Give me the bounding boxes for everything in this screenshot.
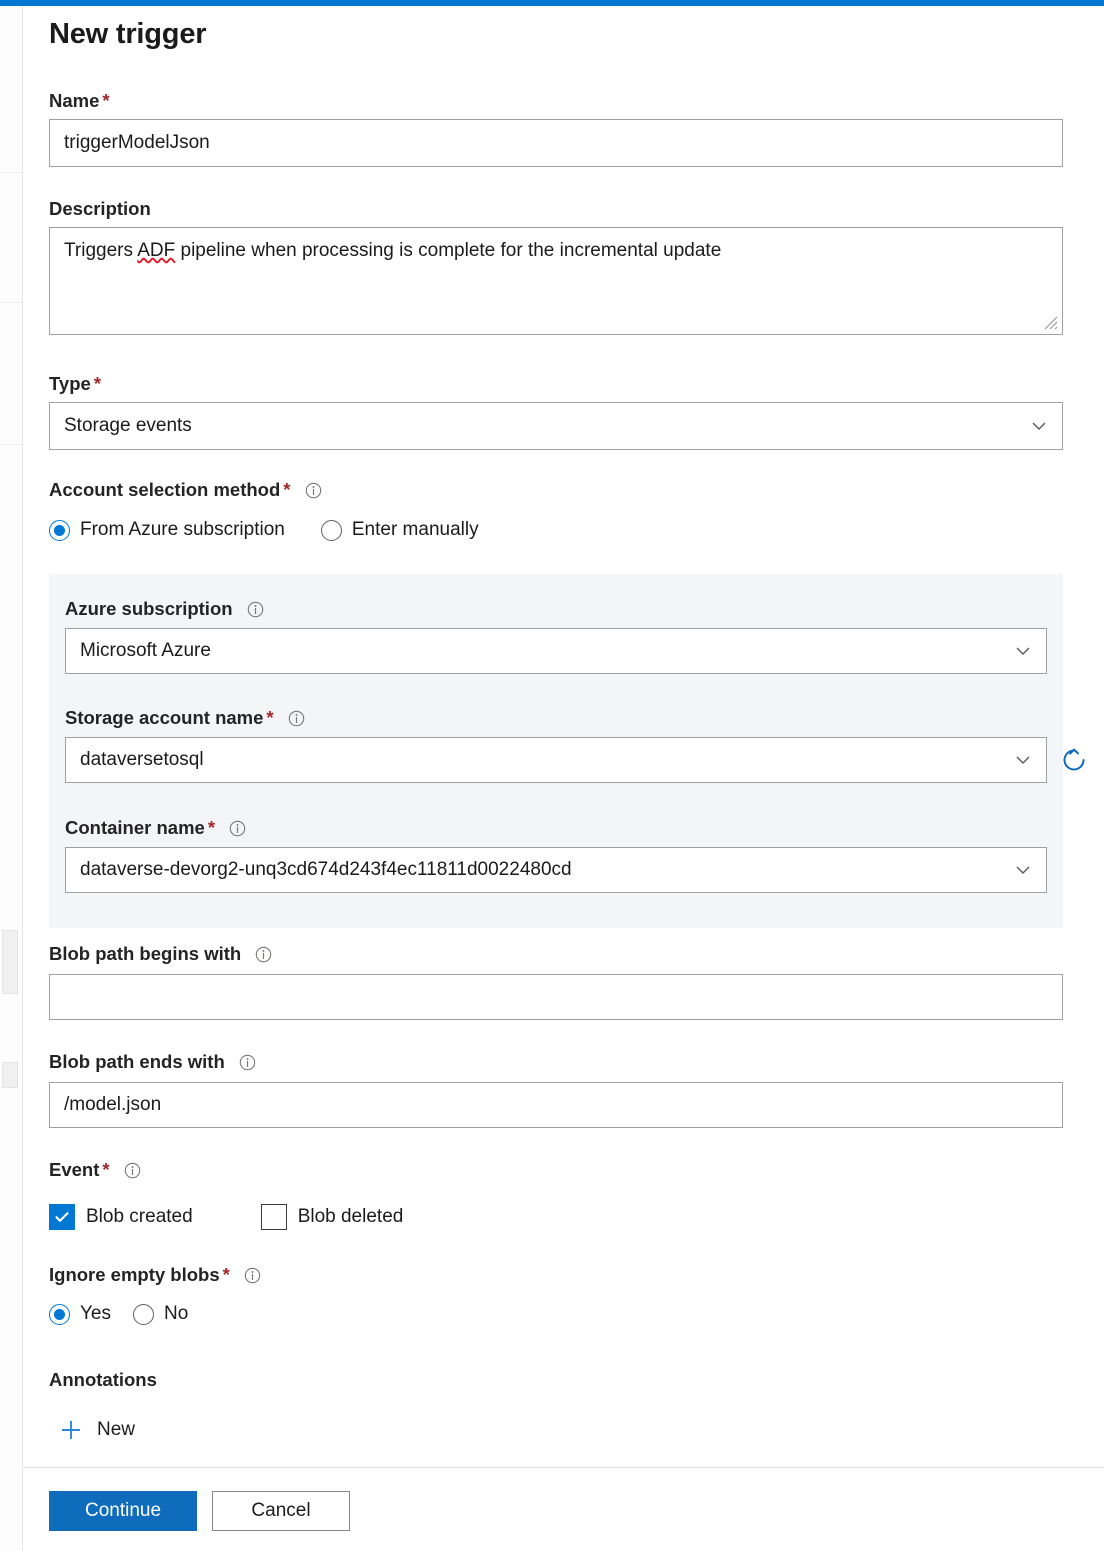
description-textarea[interactable]: Triggers ADF pipeline when processing is… [49, 227, 1063, 335]
info-icon[interactable] [124, 1162, 141, 1179]
azure-subscription-label: Azure subscription [65, 598, 264, 620]
radio-indicator [49, 520, 70, 541]
account-selection-method-radiogroup: From Azure subscription Enter manually [49, 519, 515, 541]
check-icon [53, 1208, 71, 1226]
description-misspelled-word: ADF [137, 240, 175, 261]
chevron-down-icon [1014, 642, 1032, 660]
blob-path-begins-with-input[interactable] [49, 974, 1063, 1020]
background-page-strip [0, 0, 22, 1551]
radio-from-azure-subscription[interactable]: From Azure subscription [49, 519, 285, 541]
chevron-down-icon [1014, 751, 1032, 769]
blob-path-ends-with-input[interactable]: /model.json [49, 1082, 1063, 1128]
refresh-icon[interactable] [1059, 745, 1089, 775]
description-label: Description [49, 198, 151, 220]
container-name-label: Container name* [65, 817, 246, 839]
event-checkbox-group: Blob created Blob deleted [49, 1204, 403, 1230]
ignore-empty-blobs-radiogroup: Yes No [49, 1303, 224, 1325]
info-icon[interactable] [244, 1267, 261, 1284]
info-icon[interactable] [247, 601, 264, 618]
panel-footer: Continue Cancel [23, 1467, 1104, 1551]
description-text-after: pipeline when processing is complete for… [175, 240, 721, 261]
checkbox-blob-created[interactable]: Blob created [49, 1204, 193, 1230]
info-icon[interactable] [229, 820, 246, 837]
radio-indicator [133, 1304, 154, 1325]
info-icon[interactable] [305, 482, 322, 499]
checkbox-indicator [49, 1204, 75, 1230]
blob-path-begins-with-label: Blob path begins with [49, 943, 272, 965]
annotations-label: Annotations [49, 1369, 157, 1391]
azure-subscription-dropdown[interactable]: Microsoft Azure [65, 628, 1047, 674]
resize-grip-icon[interactable] [1041, 313, 1059, 331]
name-label: Name* [49, 90, 110, 112]
ignore-empty-blobs-label: Ignore empty blobs* [49, 1264, 261, 1286]
info-icon[interactable] [239, 1054, 256, 1071]
type-dropdown[interactable]: Storage events [49, 402, 1063, 450]
page-title: New trigger [49, 18, 206, 51]
add-annotation-button[interactable]: New [59, 1418, 135, 1442]
account-selection-method-label: Account selection method* [49, 479, 322, 501]
continue-button[interactable]: Continue [49, 1491, 197, 1531]
info-icon[interactable] [255, 946, 272, 963]
screen: New trigger Name* triggerModelJson Descr… [0, 0, 1104, 1551]
radio-enter-manually[interactable]: Enter manually [321, 519, 479, 541]
panel-content: New trigger Name* triggerModelJson Descr… [23, 6, 1104, 1467]
radio-ignore-empty-no[interactable]: No [133, 1303, 188, 1325]
info-icon[interactable] [288, 710, 305, 727]
blob-path-ends-with-label: Blob path ends with [49, 1051, 256, 1073]
radio-indicator [49, 1304, 70, 1325]
storage-account-name-label: Storage account name* [65, 707, 305, 729]
name-input[interactable]: triggerModelJson [49, 119, 1063, 167]
checkbox-indicator [261, 1204, 287, 1230]
radio-indicator [321, 520, 342, 541]
type-label: Type* [49, 373, 101, 395]
plus-icon [59, 1418, 83, 1442]
event-label: Event* [49, 1159, 141, 1181]
container-name-dropdown[interactable]: dataverse-devorg2-unq3cd674d243f4ec11811… [65, 847, 1047, 893]
radio-ignore-empty-yes[interactable]: Yes [49, 1303, 111, 1325]
storage-account-name-dropdown[interactable]: dataversetosql [65, 737, 1047, 783]
description-text-before: Triggers [64, 240, 137, 261]
new-trigger-panel: New trigger Name* triggerModelJson Descr… [22, 6, 1104, 1551]
checkbox-blob-deleted[interactable]: Blob deleted [261, 1204, 404, 1230]
chevron-down-icon [1030, 417, 1048, 435]
chevron-down-icon [1014, 861, 1032, 879]
cancel-button[interactable]: Cancel [212, 1491, 350, 1531]
